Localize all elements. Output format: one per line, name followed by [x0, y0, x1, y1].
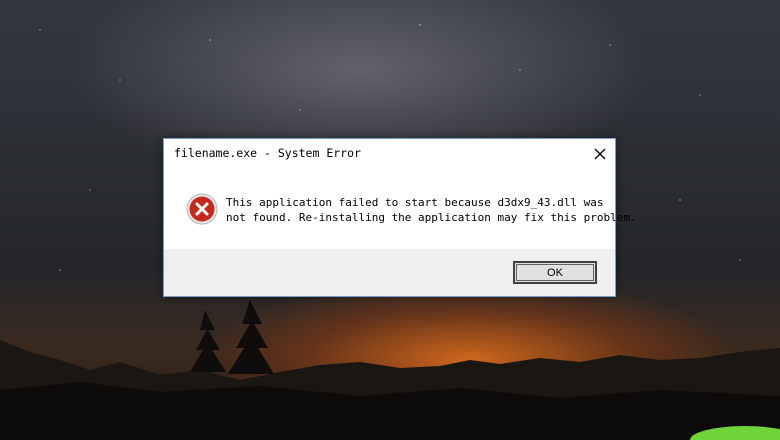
ok-button[interactable]: OK: [513, 261, 597, 284]
error-message: This application failed to start because…: [226, 195, 637, 225]
dialog-body: This application failed to start because…: [164, 169, 637, 249]
close-button[interactable]: [585, 139, 615, 169]
mountain-silhouette: [0, 300, 780, 440]
dialog-titlebar[interactable]: filename.exe - System Error: [164, 139, 615, 169]
dialog-title: filename.exe - System Error: [174, 146, 361, 160]
error-message-line-2: not found. Re-installing the application…: [226, 211, 637, 224]
error-icon: [186, 193, 218, 225]
system-error-dialog: filename.exe - System Error This applica…: [163, 138, 637, 297]
dialog-footer: OK: [164, 249, 615, 296]
close-icon: [594, 148, 606, 160]
error-message-line-1: This application failed to start because…: [226, 196, 604, 209]
